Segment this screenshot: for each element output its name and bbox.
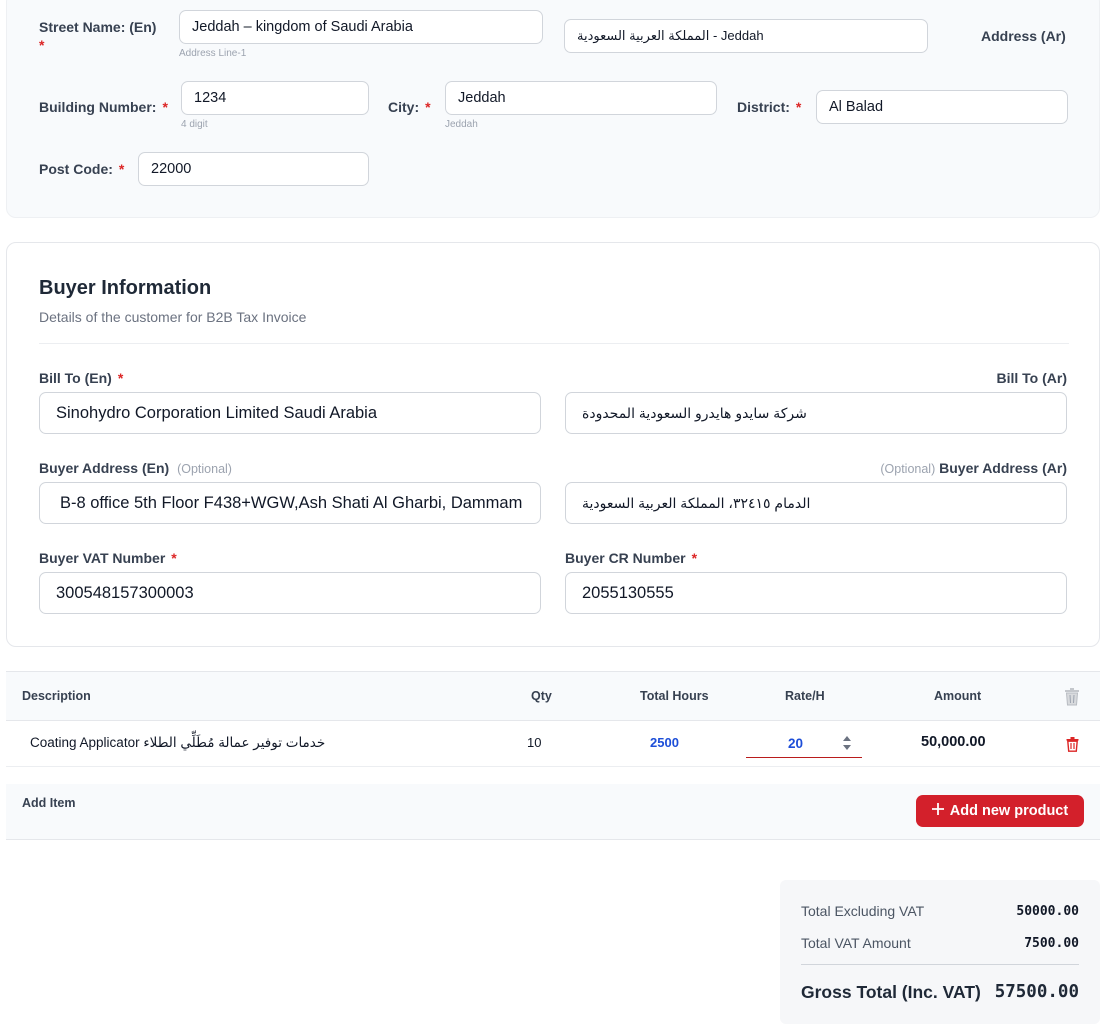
bill-to-en-value: Sinohydro Corporation Limited Saudi Arab… bbox=[56, 403, 378, 422]
header-amount: Amount bbox=[934, 689, 982, 703]
district-label-text: District: bbox=[737, 99, 790, 115]
bill-to-ar-value: شركة سايدو هايدرو السعودية المحدودة bbox=[582, 404, 807, 421]
buyer-address-en-label: Buyer Address (En) (Optional) bbox=[39, 460, 232, 476]
buyer-cr-value: 2055130555 bbox=[582, 583, 674, 602]
district-value: Al Balad bbox=[829, 99, 884, 115]
buyer-address-ar-label-text: Buyer Address (Ar) bbox=[939, 460, 1067, 476]
delete-row-icon[interactable] bbox=[1066, 737, 1079, 757]
address-ar-label: Address (Ar) bbox=[981, 28, 1066, 44]
header-total-hours: Total Hours bbox=[640, 689, 709, 703]
district-label: District: * bbox=[737, 99, 801, 115]
row-amount: 50,000.00 bbox=[921, 734, 986, 750]
totals-panel: Total Excluding VAT 50000.00 Total VAT A… bbox=[780, 880, 1100, 1024]
district-input[interactable]: Al Balad bbox=[816, 90, 1068, 124]
row-qty[interactable]: 10 bbox=[527, 735, 541, 750]
address-section: Street Name: (En) * Jeddah – kingdom of … bbox=[6, 0, 1100, 218]
required-mark: * bbox=[162, 99, 168, 115]
bill-to-en-label: Bill To (En) * bbox=[39, 370, 123, 386]
buyer-vat-input[interactable]: 300548157300003 bbox=[39, 572, 541, 614]
street-name-value: Jeddah – kingdom of Saudi Arabia bbox=[192, 19, 413, 35]
gross-total-label: Gross Total (Inc. VAT) bbox=[801, 982, 981, 1002]
header-rate: Rate/H bbox=[785, 689, 825, 703]
required-mark: * bbox=[117, 370, 124, 386]
header-description: Description bbox=[22, 689, 91, 703]
buyer-address-en-label-text: Buyer Address (En) bbox=[39, 460, 170, 476]
optional-tag: (Optional) bbox=[177, 462, 232, 476]
bill-to-ar-input[interactable]: شركة سايدو هايدرو السعودية المحدودة bbox=[565, 392, 1067, 434]
total-excl-vat-label: Total Excluding VAT bbox=[801, 903, 925, 919]
post-code-label: Post Code: * bbox=[39, 161, 124, 177]
delete-all-icon[interactable] bbox=[1064, 688, 1080, 711]
buyer-address-ar-input[interactable]: الدمام ٣٢٤١٥، المملكة العربية السعودية bbox=[565, 482, 1067, 524]
address-ar-input[interactable]: Jeddah - المملكة العربية السعودية bbox=[564, 19, 928, 53]
buyer-cr-label: Buyer CR Number * bbox=[565, 550, 697, 566]
optional-tag: (Optional) bbox=[880, 462, 936, 476]
building-number-hint: 4 digit bbox=[181, 119, 208, 130]
city-label: City: * bbox=[388, 99, 431, 115]
street-name-input[interactable]: Jeddah – kingdom of Saudi Arabia bbox=[179, 10, 543, 44]
city-value: Jeddah bbox=[458, 90, 506, 106]
rate-input[interactable]: 20 bbox=[746, 730, 862, 758]
city-input[interactable]: Jeddah bbox=[445, 81, 717, 115]
building-number-input[interactable]: 1234 bbox=[181, 81, 369, 115]
buyer-information-section: Buyer Information Details of the custome… bbox=[6, 242, 1100, 647]
buyer-address-en-input[interactable]: B-8 office 5th Floor F438+WGW,Ash Shati … bbox=[39, 482, 541, 524]
buyer-vat-label-text: Buyer VAT Number bbox=[39, 550, 166, 566]
row-total-hours: 2500 bbox=[650, 735, 679, 750]
required-mark: * bbox=[171, 550, 177, 566]
add-item-label: Add Item bbox=[22, 796, 76, 810]
post-code-label-text: Post Code: bbox=[39, 161, 113, 177]
total-vat-label: Total VAT Amount bbox=[801, 935, 911, 951]
required-mark: * bbox=[691, 550, 698, 566]
building-number-label: Building Number: * bbox=[39, 99, 168, 115]
add-new-product-label: Add new product bbox=[949, 803, 1069, 819]
required-mark: * bbox=[39, 37, 45, 53]
buyer-address-en-value: B-8 office 5th Floor F438+WGW,Ash Shati … bbox=[60, 493, 523, 512]
items-table-header: Description Qty Total Hours Rate/H Amoun… bbox=[6, 671, 1100, 721]
buyer-vat-value: 300548157300003 bbox=[56, 583, 194, 602]
building-number-value: 1234 bbox=[194, 90, 227, 106]
buyer-address-ar-label: (Optional) Buyer Address (Ar) bbox=[880, 460, 1067, 476]
row-description: Coating Applicator خدمات توفير عمالة مُط… bbox=[30, 735, 326, 750]
buyer-cr-input[interactable]: 2055130555 bbox=[565, 572, 1067, 614]
total-excl-vat-value: 50000.00 bbox=[1016, 904, 1079, 919]
required-mark: * bbox=[795, 99, 802, 115]
address-ar-value: Jeddah - المملكة العربية السعودية bbox=[577, 28, 764, 43]
add-new-product-button[interactable]: Add new product bbox=[916, 795, 1084, 827]
city-hint: Jeddah bbox=[445, 119, 478, 130]
street-name-hint: Address Line-1 bbox=[179, 48, 247, 59]
buyer-vat-label: Buyer VAT Number * bbox=[39, 550, 177, 566]
required-mark: * bbox=[425, 99, 431, 115]
post-code-value: 22000 bbox=[151, 161, 192, 177]
gross-total-value: 57500.00 bbox=[994, 982, 1079, 1002]
buyer-cr-label-text: Buyer CR Number bbox=[565, 550, 686, 566]
table-row: Coating Applicator خدمات توفير عمالة مُط… bbox=[6, 721, 1100, 767]
divider bbox=[801, 964, 1079, 965]
plus-icon bbox=[931, 803, 944, 819]
divider bbox=[39, 343, 1069, 344]
buyer-address-ar-value: الدمام ٣٢٤١٥، المملكة العربية السعودية bbox=[582, 494, 811, 511]
street-name-label-text: Street Name: (En) bbox=[39, 19, 157, 35]
required-mark: * bbox=[118, 161, 125, 177]
street-name-label: Street Name: (En) * bbox=[39, 18, 156, 54]
rate-value: 20 bbox=[788, 736, 804, 751]
section-subtitle: Details of the customer for B2B Tax Invo… bbox=[39, 309, 307, 325]
bill-to-en-input[interactable]: Sinohydro Corporation Limited Saudi Arab… bbox=[39, 392, 541, 434]
building-number-label-text: Building Number: bbox=[39, 99, 157, 115]
add-item-bar: Add Item Add new product bbox=[6, 784, 1100, 840]
stepper-icon[interactable] bbox=[842, 734, 852, 757]
city-label-text: City: bbox=[388, 99, 420, 115]
total-vat-value: 7500.00 bbox=[1024, 936, 1079, 951]
bill-to-ar-label: Bill To (Ar) bbox=[996, 370, 1067, 386]
post-code-input[interactable]: 22000 bbox=[138, 152, 369, 186]
section-title: Buyer Information bbox=[39, 277, 212, 299]
header-qty: Qty bbox=[531, 689, 552, 703]
bill-to-en-label-text: Bill To (En) bbox=[39, 370, 112, 386]
